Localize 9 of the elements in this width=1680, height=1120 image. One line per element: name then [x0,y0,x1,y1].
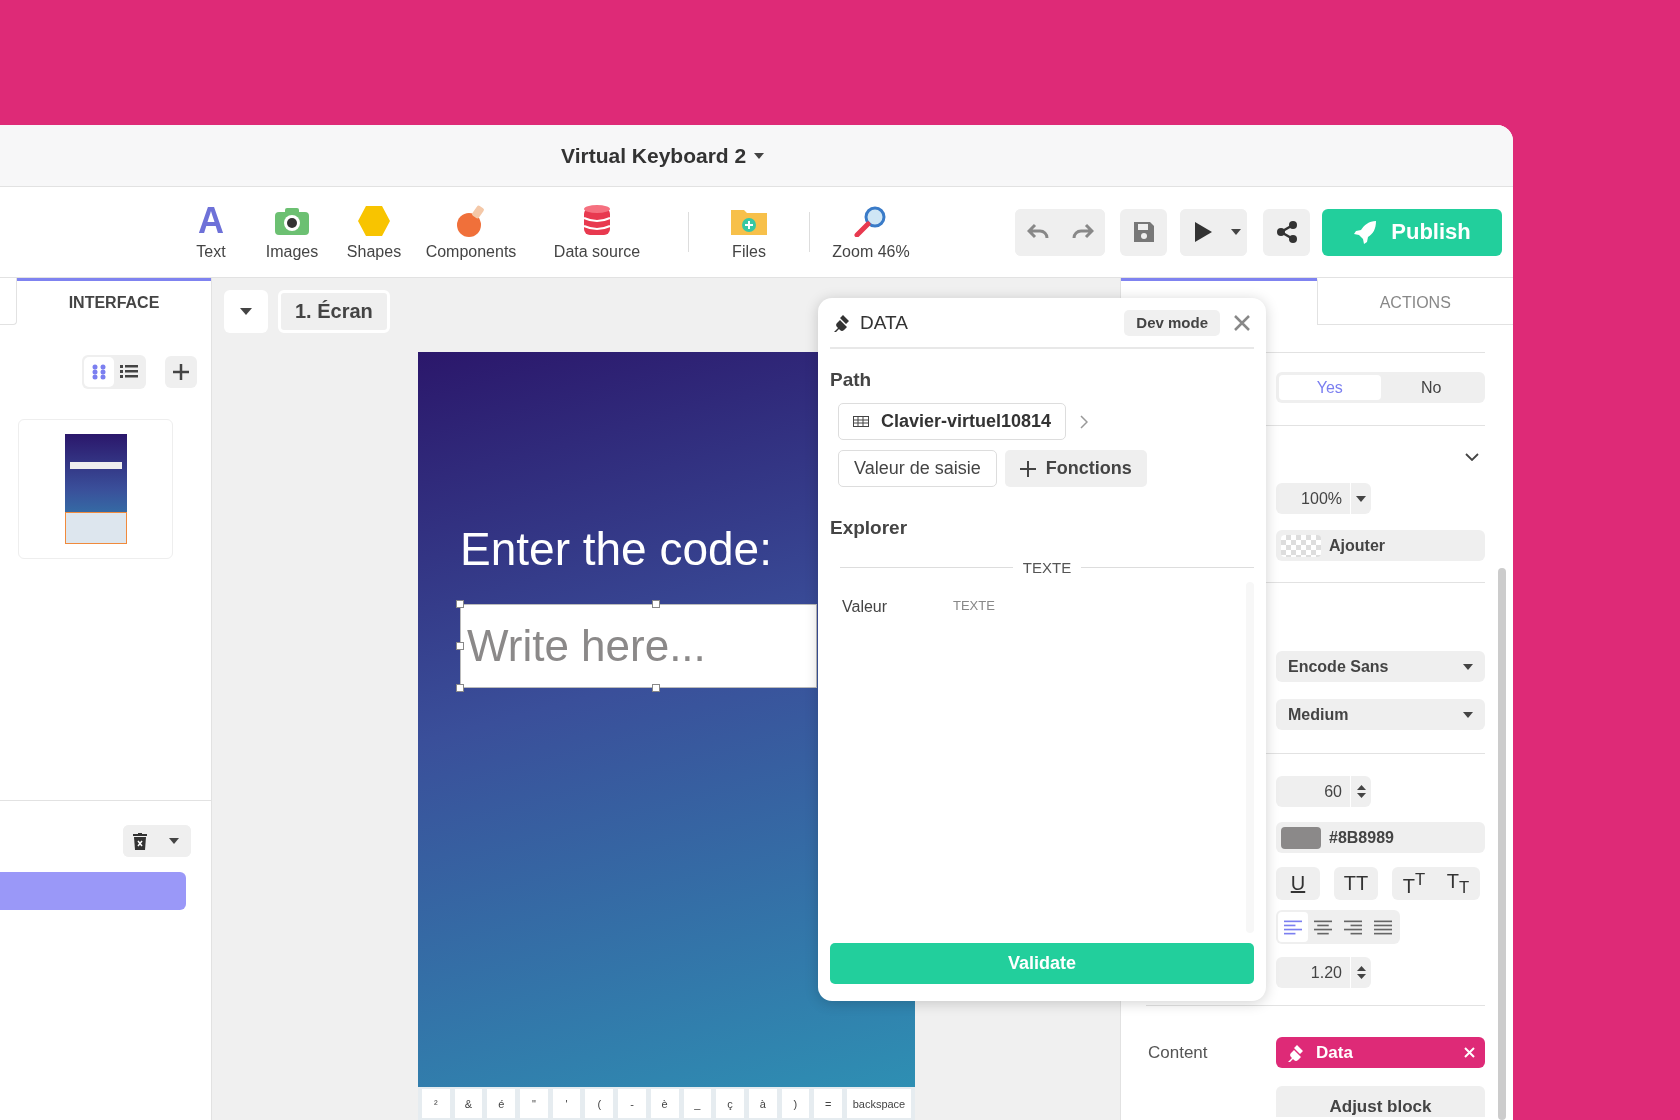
section-label: TEXTE [1022,559,1072,576]
text-tool-glyph: A [198,203,224,239]
explorer-label: Explorer [830,517,909,539]
content-label: Content [1148,1042,1209,1063]
field-type: TEXTE [953,598,995,615]
path-label: Path [830,369,873,391]
artboard-heading: Enter the code: [460,522,772,576]
panel-title: DATA [860,311,908,334]
chip-label: Data [1316,1042,1353,1063]
